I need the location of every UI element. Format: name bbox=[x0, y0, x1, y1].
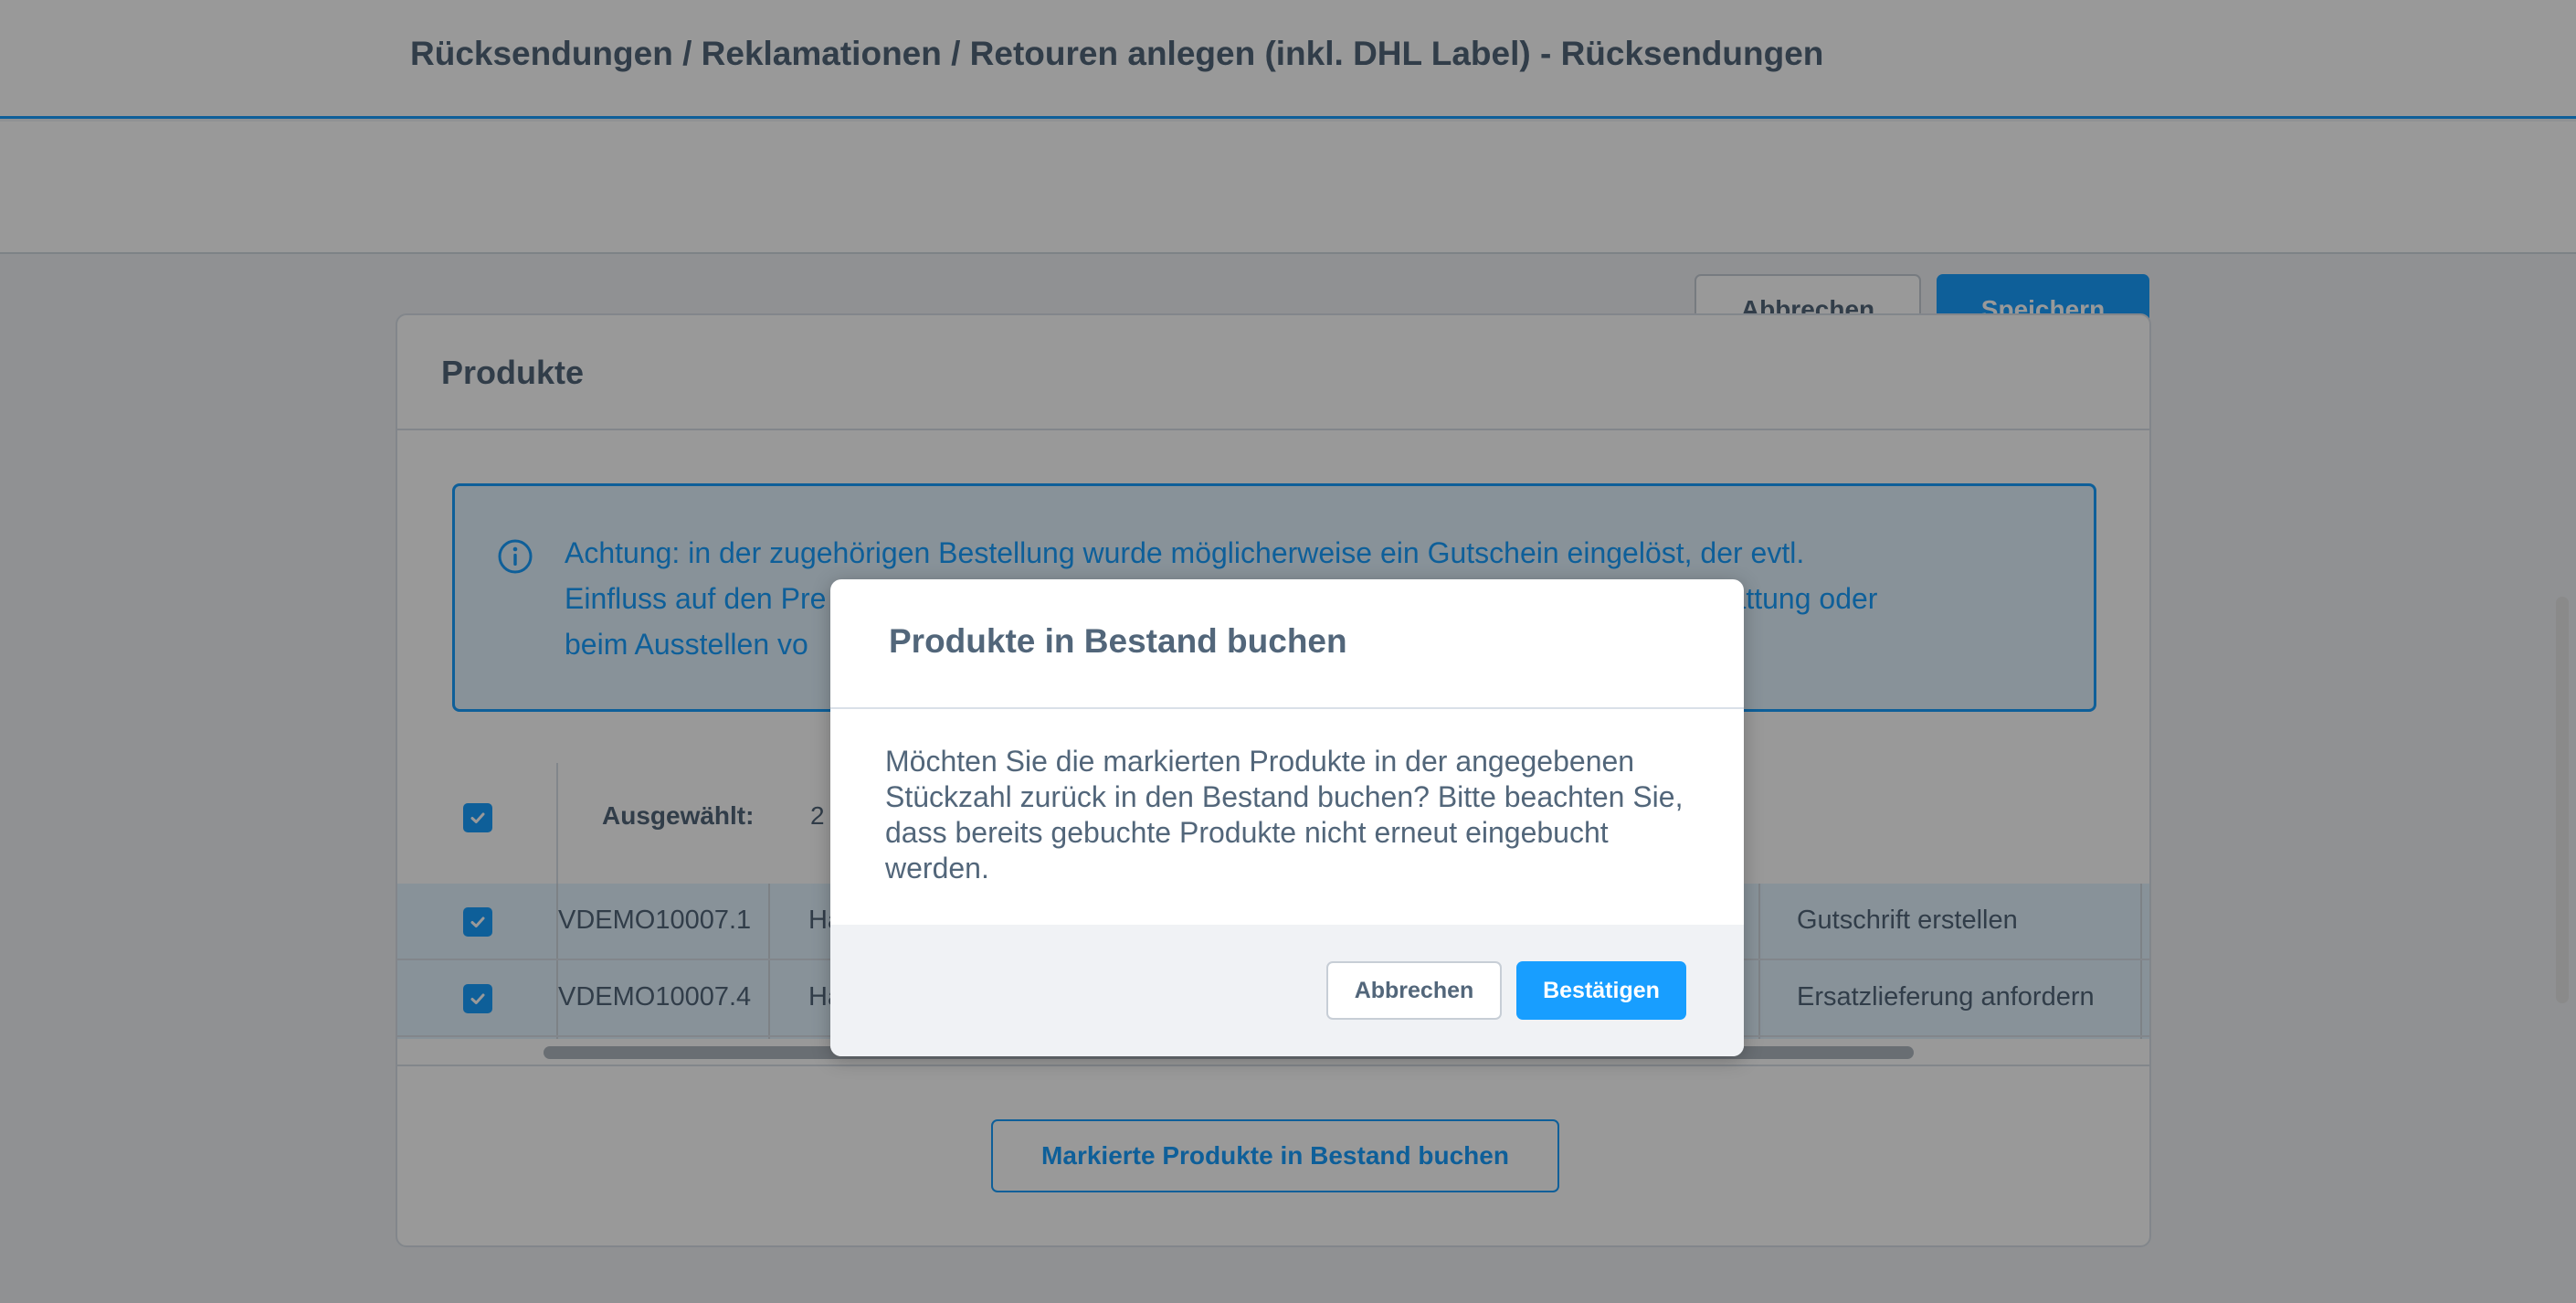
scrollbar-thumb[interactable] bbox=[2556, 597, 2569, 1003]
dialog-cancel-button[interactable]: Abbrechen bbox=[1326, 961, 1502, 1020]
dialog-footer: Abbrechen Bestätigen bbox=[830, 925, 1744, 1056]
dialog-confirm-button[interactable]: Bestätigen bbox=[1516, 961, 1686, 1020]
vertical-scrollbar[interactable] bbox=[2549, 254, 2576, 1303]
dialog-title: Produkte in Bestand buchen bbox=[889, 622, 1347, 660]
dialog-message: Möchten Sie die markierten Produkte in d… bbox=[885, 745, 1684, 885]
dialog-divider bbox=[830, 707, 1744, 709]
confirm-dialog: Produkte in Bestand buchen Möchten Sie d… bbox=[830, 579, 1744, 1056]
